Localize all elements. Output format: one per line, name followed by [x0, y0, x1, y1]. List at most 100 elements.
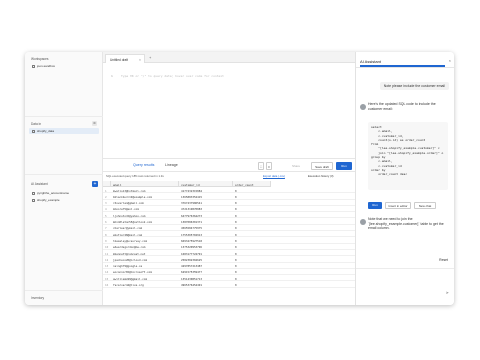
table-cell: 6291575359477 [181, 270, 203, 275]
new-tab-button[interactable]: + [149, 55, 151, 60]
table-cell: 3767437906541 [181, 201, 203, 206]
query-toolbar: Query results Lineage ⛶ ≡ Share Save dra… [103, 158, 355, 172]
expand-icon[interactable]: ⛶ [258, 162, 264, 170]
line-number: 1 [111, 74, 113, 78]
table-cell: rdoverlan@gmail.com [113, 201, 144, 206]
row-number: 10 [105, 245, 109, 250]
row-number: 14 [105, 270, 109, 275]
format-icon[interactable]: ≡ [266, 162, 272, 170]
table-cell: fscarver44@live.org [113, 283, 144, 288]
row-number: 7 [105, 226, 107, 231]
status-text: SQL executed query 185 rows returned in … [106, 174, 164, 178]
table-cell: 0 [235, 264, 237, 269]
assistant-item[interactable]: shopify_example [29, 197, 99, 203]
row-number: 3 [105, 201, 107, 206]
workspace-item[interactable]: joon-sandbox [29, 63, 99, 69]
table-cell: ljohnston5@yahoo.com [113, 213, 146, 218]
row-number: 12 [105, 257, 109, 262]
share-button[interactable]: Share [285, 162, 307, 170]
table-cell: 4297857213487 [181, 264, 203, 269]
assistant-item[interactable]: pyrighthe_accountname [29, 190, 99, 196]
table-cell: ebutler48@mail.com [113, 232, 143, 237]
run-button[interactable]: Run [336, 162, 352, 170]
add-button[interactable]: + [92, 181, 98, 187]
table-cell: 0 [235, 283, 237, 288]
assistant-section: AI Assistant + pyrighthe_accountname sho… [25, 181, 103, 212]
sidebar-divider [25, 174, 103, 175]
settings-icon[interactable]: ⚙ [92, 121, 97, 126]
app-window: Workspaces joon-sandbox Data in ⚙ shopif… [25, 52, 454, 305]
assistant-heading: AI Assistant [31, 182, 48, 186]
schema-heading: Data in [31, 122, 42, 126]
sidebar: Workspaces joon-sandbox Data in ⚙ shopif… [25, 52, 103, 305]
run-code-button[interactable]: Run [368, 202, 382, 209]
editor-placeholder: Type ⌘K or "/" to query data; hover over… [121, 74, 224, 78]
table-cell: 1683177724791 [181, 251, 203, 256]
table-cell: 0 [235, 257, 237, 262]
table-cell: 0 [235, 213, 237, 218]
row-number: 13 [105, 264, 109, 269]
progress-bar [360, 65, 445, 67]
results-table: email customer_id order_count 1 mwells13@… [103, 181, 355, 305]
history-link[interactable]: Execution history (3) [308, 174, 334, 178]
send-icon[interactable]: ➤ [446, 290, 449, 295]
download-link[interactable]: Export data (.csv) [263, 174, 285, 178]
table-cell: charlesr@ymail.com [113, 226, 143, 231]
row-number: 6 [105, 220, 107, 225]
code-line: order_count desc [371, 172, 408, 177]
row-number: 1 [105, 188, 107, 193]
table-cell: 0 [235, 276, 237, 281]
user-message: Note please include the customer email [379, 82, 449, 90]
tab-bar: Untitled draft × + [103, 52, 355, 63]
table-cell: 4177432315884 [181, 188, 203, 193]
close-icon[interactable]: × [139, 58, 141, 62]
tab-lineage[interactable]: Lineage [165, 163, 178, 167]
sidebar-footer[interactable]: Inventory [31, 296, 44, 300]
table-cell: kmoore75@aol.com [113, 207, 139, 212]
table-row[interactable]: 16 fscarver44@live.org 4965376454491 0 [103, 282, 355, 288]
assistant-item-label: pyrighthe_accountname [37, 191, 70, 195]
table-cell: mbennett@comcast.net [113, 251, 146, 256]
ai-header: AI Assistant × [356, 52, 454, 68]
chat-icon [32, 198, 35, 202]
assistant-note: Note that we need to join the `[lee.shop… [368, 217, 444, 231]
code-block: select c.email, c.customer_id, count(o.i… [368, 122, 448, 190]
table-icon [32, 129, 35, 133]
save-draft-button[interactable]: Save draft [311, 162, 333, 170]
table-cell: lbeasley@ucsurvey.com [113, 238, 147, 243]
table-cell: 4721319870883 [181, 207, 203, 212]
schema-item[interactable]: shopify_data [29, 128, 99, 134]
close-icon[interactable]: × [449, 58, 451, 63]
workspace-heading: Workspaces [31, 57, 49, 61]
new-chat-button[interactable]: New chat [414, 202, 436, 209]
table-cell: 4565584775975 [181, 226, 203, 231]
reset-button[interactable]: Reset [439, 258, 448, 262]
chat-icon [32, 191, 35, 195]
table-cell: jpacheco20@icloud.com [113, 257, 147, 262]
table-cell: 0 [235, 194, 237, 199]
workspace-item-label: joon-sandbox [37, 64, 56, 68]
table-cell: 1387086301371 [181, 220, 203, 225]
table-cell: 6477976364273 [181, 213, 203, 218]
row-number: 11 [105, 251, 109, 256]
tab-query-results[interactable]: Query results [133, 163, 154, 167]
tab-untitled-draft[interactable]: Untitled draft × [105, 54, 145, 63]
table-cell: 0 [235, 238, 237, 243]
insert-in-editor-button[interactable]: Insert in editor [385, 202, 411, 209]
row-number: 15 [105, 276, 109, 281]
table-cell: 6693475927518 [181, 238, 203, 243]
table-cell: 1755305702913 [181, 232, 203, 237]
table-cell: eoconnor65@microsoft.com [113, 270, 152, 275]
schema-section: Data in ⚙ shopify_data [25, 121, 103, 142]
row-number: 16 [105, 283, 109, 288]
table-cell: 0 [235, 201, 237, 206]
assistant-item-label: shopify_example [37, 198, 60, 202]
main-area: Untitled draft × + 1 Type ⌘K or "/" to q… [103, 52, 355, 305]
ai-title: AI Assistant [360, 59, 381, 64]
ai-assistant-panel: AI Assistant × Note please include the c… [355, 52, 454, 305]
assistant-message: Here's the updated SQL code to include t… [368, 102, 436, 111]
assistant-avatar [360, 219, 366, 225]
sql-editor[interactable]: 1 Type ⌘K or "/" to query data; hover ov… [103, 63, 355, 158]
chat-input[interactable] [359, 272, 452, 302]
row-number: 4 [105, 207, 107, 212]
